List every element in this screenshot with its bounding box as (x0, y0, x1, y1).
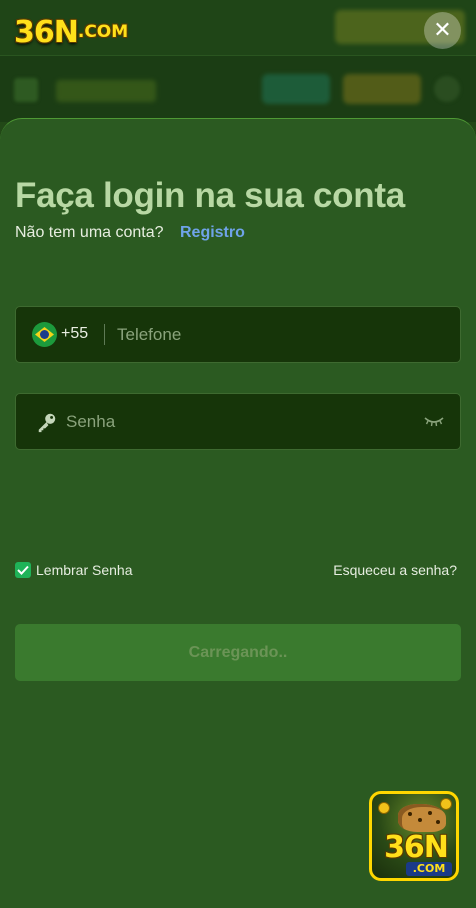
remember-checkbox[interactable] (15, 562, 31, 578)
forgot-password-link[interactable]: Esqueceu a senha? (333, 562, 457, 578)
background-login-button (262, 74, 330, 104)
floating-logo-main: 36N (384, 830, 449, 865)
phone-field[interactable]: +55 (15, 306, 461, 363)
brazil-flag-icon[interactable] (32, 322, 57, 347)
floating-logo-com: .COM (406, 862, 452, 876)
close-icon: ✕ (433, 18, 452, 43)
login-submit-button[interactable]: Carregando.. (15, 624, 461, 681)
brand-logo-com: .COM (77, 22, 129, 42)
brand-logo: 36N .COM (14, 12, 164, 52)
password-input[interactable] (66, 394, 416, 449)
background-menu-icon (14, 78, 38, 102)
country-code[interactable]: +55 (61, 325, 88, 343)
remember-label: Lembrar Senha (36, 562, 133, 578)
phone-input[interactable] (117, 307, 447, 362)
background-register-button (343, 74, 421, 104)
register-link[interactable]: Registro (180, 224, 245, 241)
password-field[interactable] (15, 393, 461, 450)
close-button[interactable]: ✕ (424, 12, 461, 49)
no-account-text: Não tem uma conta? (15, 224, 164, 241)
field-divider (104, 324, 105, 345)
background-logo (56, 80, 156, 102)
brand-logo-main: 36N (14, 14, 79, 50)
floating-app-logo[interactable]: 36N .COM (369, 791, 459, 881)
background-avatar (434, 76, 460, 102)
leopard-icon (398, 804, 446, 832)
check-icon (17, 565, 29, 575)
key-icon (38, 413, 56, 433)
register-prompt: Não tem uma conta? Registro (15, 224, 245, 244)
remember-password[interactable]: Lembrar Senha (15, 561, 133, 579)
eye-closed-icon[interactable] (424, 415, 444, 427)
page-title: Faça login na sua conta (15, 176, 405, 215)
